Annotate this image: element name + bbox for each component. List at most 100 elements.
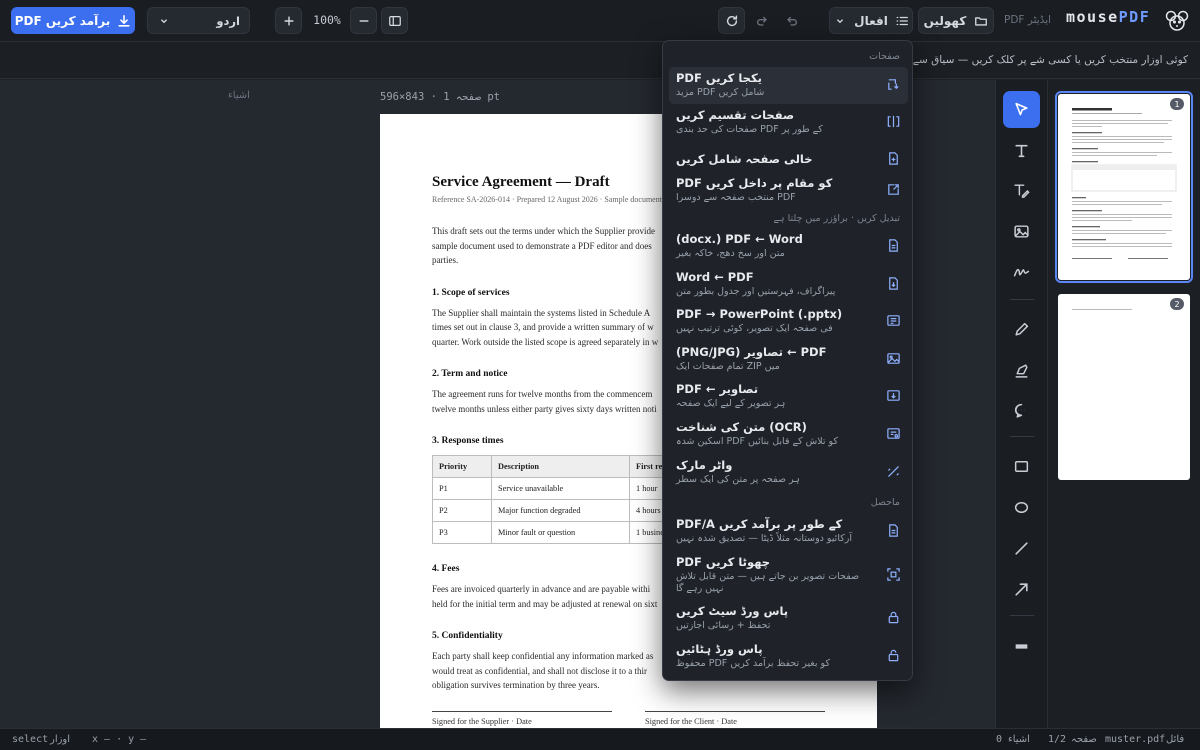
pen-tool[interactable] xyxy=(1003,311,1040,348)
menu-item-watermark[interactable]: واٹر مارک ہر صفحہ پر متن کی ایک سطر xyxy=(669,454,908,491)
sidebar-toggle-button[interactable] xyxy=(381,7,408,34)
menu-item-subtitle: اسکین شدہ PDF کو تلاش کے قابل بنائیں xyxy=(676,436,838,447)
zoom-out-button[interactable] xyxy=(350,7,377,34)
menu-item-title: خالی صفحہ شامل کریں xyxy=(676,152,813,166)
menu-item-compress-pdf[interactable]: PDF چھوٹا کریں صفحات تصویر بن جاتے ہیں —… xyxy=(669,551,908,601)
tool-divider xyxy=(1010,615,1034,616)
table-header-row: Priority Description First re xyxy=(432,455,680,478)
archive-icon xyxy=(886,523,901,538)
menu-item-subtitle: فی صفحہ ایک تصویر، کوئی ترتیب نہیں xyxy=(676,323,833,334)
page-number-badge: 2 xyxy=(1170,298,1184,310)
chevron-down-icon xyxy=(833,14,847,28)
minus-icon xyxy=(357,14,371,28)
table-cell: P2 xyxy=(432,499,492,522)
edit-text-tool[interactable] xyxy=(1003,172,1040,209)
thumbnail-preview xyxy=(1071,108,1177,259)
redo-button[interactable] xyxy=(748,7,775,34)
menu-item-pdf-to-images[interactable]: (PNG/JPG) تصاویر ← PDF تمام صفحات ایک ZI… xyxy=(669,341,908,378)
add-page-icon xyxy=(886,151,901,166)
arrow-tool[interactable] xyxy=(1003,571,1040,608)
table-row: P3 Minor fault or question 1 busine xyxy=(432,521,680,544)
menu-item-split-pages[interactable]: صفحات تقسیم کریں صفحات کی حد بندی PDF کے… xyxy=(669,104,908,141)
page-number-badge: 1 xyxy=(1170,98,1184,110)
supplier-signature-label: Signed for the Supplier · Date xyxy=(432,717,532,726)
menu-item-ocr[interactable]: متن کی شناخت (OCR) اسکین شدہ PDF کو تلاش… xyxy=(669,416,908,453)
brand-subtitle: PDF ایڈیٹر xyxy=(1004,14,1052,26)
compress-icon xyxy=(886,567,901,582)
word-out-icon xyxy=(886,276,901,291)
watermark-icon xyxy=(886,464,901,479)
comment-icon xyxy=(1013,402,1030,419)
line-tool[interactable] xyxy=(1003,530,1040,567)
menu-item-title: PDF ← تصاویر xyxy=(676,382,759,396)
export-pdf-button[interactable]: PDF برآمد کریں xyxy=(11,7,135,34)
reset-button[interactable] xyxy=(718,7,745,34)
language-select[interactable]: اردو xyxy=(147,7,250,34)
signature-line xyxy=(432,711,612,712)
merge-icon xyxy=(886,77,901,92)
file-name: muster.pdf xyxy=(1105,734,1166,745)
hint-text: کوئی اوزار منتخب کریں یا کسی شے پر کلک ک… xyxy=(883,54,1188,66)
menu-item-title: (PNG/JPG) تصاویر ← PDF xyxy=(676,345,827,359)
menu-item-subtitle: تحفظ + رسائی اجازتیں xyxy=(676,620,771,631)
signature-tool[interactable] xyxy=(1003,254,1040,291)
menu-item-pdf-to-powerpoint[interactable]: PDF → PowerPoint (.pptx) فی صفحہ ایک تصو… xyxy=(669,303,908,340)
text-tool[interactable] xyxy=(1003,132,1040,169)
zoom-level: 100% xyxy=(313,13,341,27)
select-tool[interactable] xyxy=(1003,91,1040,128)
image-export-icon xyxy=(886,351,901,366)
menu-item-remove-password[interactable]: پاس ورڈ ہٹائیں محفوظ PDF کو بغیر تحفظ بر… xyxy=(669,638,908,675)
objects-panel-label: اشیاء xyxy=(228,90,250,101)
response-times-table: Priority Description First re P1 Service… xyxy=(432,455,680,544)
highlighter-tool[interactable] xyxy=(1003,352,1040,389)
zoom-in-button[interactable] xyxy=(275,7,302,34)
rectangle-icon xyxy=(1013,458,1030,475)
active-tool-value: select xyxy=(12,734,49,745)
menu-section-pages: صفحات xyxy=(869,51,900,62)
arrow-icon xyxy=(1013,581,1030,598)
menu-item-title: PDF کو مقام پر داخل کریں xyxy=(676,176,833,190)
ellipse-tool[interactable] xyxy=(1003,489,1040,526)
ocr-icon xyxy=(886,426,901,441)
menu-item-merge-pdf[interactable]: PDF یکجا کریں مزید PDF شامل کریں xyxy=(669,67,908,104)
menu-item-subtitle: متن اور سخ دهج، خاکہ بغیر xyxy=(676,248,785,259)
actions-menu-button[interactable]: افعال xyxy=(829,7,913,34)
page-thumbnails-panel: 1 2 xyxy=(1048,80,1200,728)
download-icon xyxy=(117,14,131,28)
menu-item-subtitle: ہر صفحہ پر متن کی ایک سطر xyxy=(676,474,800,485)
menu-item-insert-pdf[interactable]: PDF کو مقام پر داخل کریں منتخب صفحہ سے د… xyxy=(669,172,908,209)
menu-item-export-pdfa[interactable]: PDF/A کے طور پر برآمد کریں آرکائیو دوستا… xyxy=(669,513,908,550)
redact-tool[interactable] xyxy=(1003,628,1040,665)
language-value: اردو xyxy=(216,13,240,28)
table-row: P2 Major function degraded 4 hours xyxy=(432,499,680,522)
rectangle-tool[interactable] xyxy=(1003,448,1040,485)
menu-item-title: صفحات تقسیم کریں xyxy=(676,108,795,122)
comment-tool[interactable] xyxy=(1003,392,1040,429)
table-header-cell: Priority xyxy=(432,455,492,478)
brand-accent: PDF xyxy=(1118,8,1151,26)
text-icon xyxy=(1013,142,1030,159)
ellipse-icon xyxy=(1013,499,1030,516)
open-file-button[interactable]: کھولیں xyxy=(918,7,994,34)
menu-item-pdf-to-word[interactable]: Word ← PDF پیراگراف، فہرستیں اور جدول بط… xyxy=(669,266,908,303)
menu-item-set-password[interactable]: پاس ورڈ سیٹ کریں تحفظ + رسائی اجازتیں xyxy=(669,600,908,637)
undo-button[interactable] xyxy=(778,7,805,34)
page-thumbnail[interactable]: 1 xyxy=(1055,91,1193,283)
menu-item-subtitle: صفحات تصویر بن جاتے ہیں — متن قابل تلاش … xyxy=(676,571,860,594)
menu-item-title: متن کی شناخت (OCR) xyxy=(676,420,807,434)
menu-item-word-to-pdf[interactable]: (docx.) PDF ← Word متن اور سخ دهج، خاکہ … xyxy=(669,228,908,265)
file-label: فائل xyxy=(1166,734,1185,745)
split-icon xyxy=(886,114,901,129)
page-indicator: 1/2 xyxy=(1048,734,1067,745)
menu-section-output: ماحصل xyxy=(870,497,900,508)
page-thumbnail[interactable]: 2 xyxy=(1058,294,1190,480)
redo-icon xyxy=(755,14,769,28)
tool-divider xyxy=(1010,436,1034,437)
page-label: صفحہ xyxy=(1071,734,1097,745)
client-signature-label: Signed for the Client · Date xyxy=(645,717,737,726)
image-tool[interactable] xyxy=(1003,213,1040,250)
menu-item-images-to-pdf[interactable]: PDF ← تصاویر ہر تصویر کے لیے ایک صفحہ xyxy=(669,378,908,415)
menu-item-subtitle: تمام صفحات ایک ZIP میں xyxy=(676,361,780,372)
menu-item-title: پاس ورڈ سیٹ کریں xyxy=(676,604,789,618)
menu-item-subtitle: پیراگراف، فہرستیں اور جدول بطور متن xyxy=(676,286,836,297)
